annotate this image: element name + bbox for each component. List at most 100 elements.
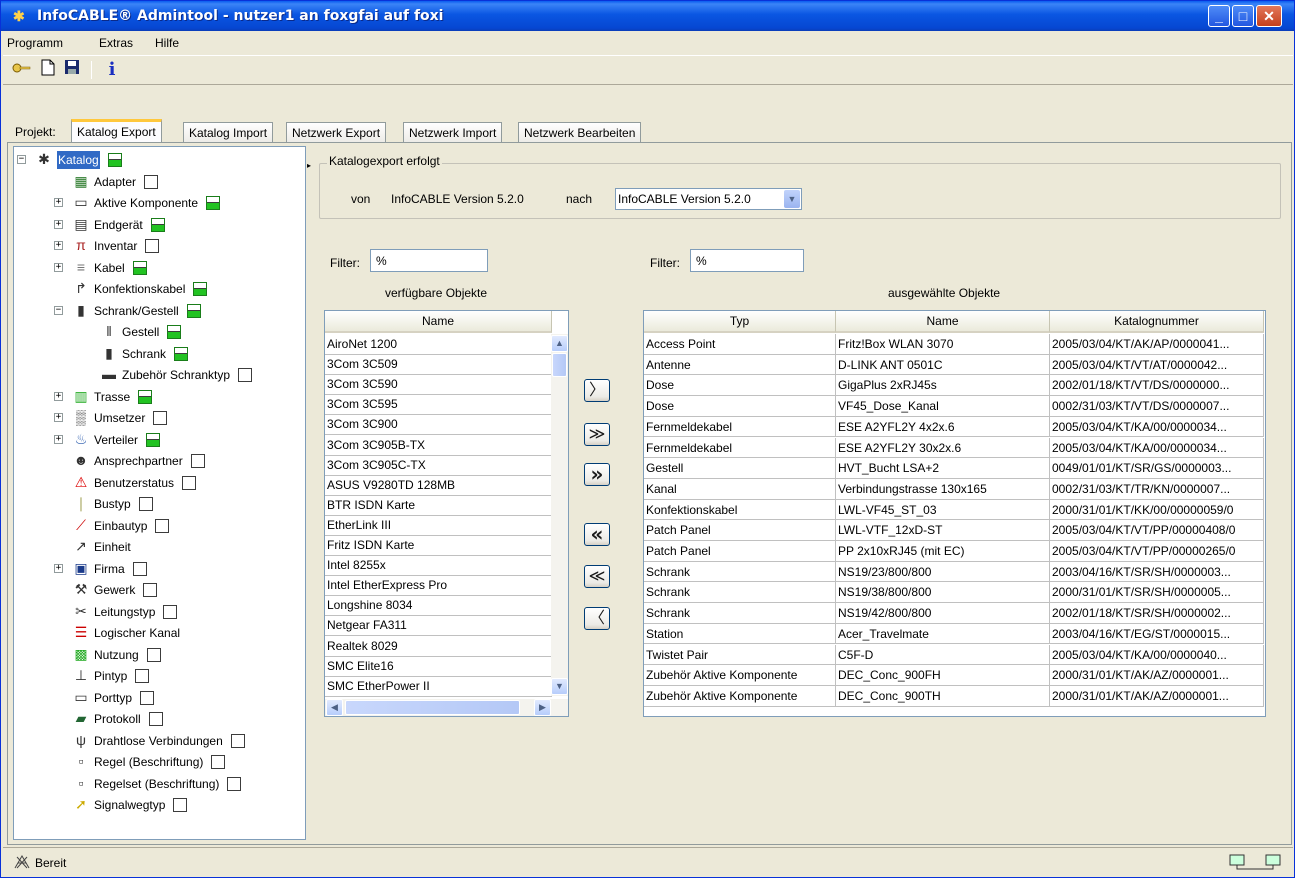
tree-node-label[interactable]: Zubehör Schranktyp	[122, 366, 230, 384]
scroll-right-icon[interactable]: ▶	[534, 699, 551, 716]
list-item[interactable]: ASUS V9280TD 128MB	[325, 474, 552, 496]
tree-node-label[interactable]: Gewerk	[94, 581, 135, 599]
add-selected-button[interactable]: ≫	[584, 423, 610, 446]
export-checkbox-checked[interactable]	[206, 196, 221, 210]
splitter-handle[interactable]: ▸	[307, 146, 311, 840]
table-cell[interactable]: 0049/01/01/KT/SR/GS/0000003...	[1050, 458, 1264, 479]
export-checkbox[interactable]	[148, 712, 163, 726]
table-cell[interactable]: 2000/31/01/KT/AK/AZ/0000001...	[1050, 665, 1264, 686]
export-checkbox-checked[interactable]	[186, 303, 201, 318]
export-checkbox-checked[interactable]	[132, 260, 147, 275]
list-item[interactable]: SMC Elite16	[325, 655, 552, 677]
scroll-up-icon[interactable]: ▲	[551, 335, 568, 352]
table-cell[interactable]: Access Point	[644, 334, 836, 355]
tree-node-label[interactable]: Leitungstyp	[94, 603, 155, 621]
export-checkbox[interactable]	[227, 776, 242, 791]
table-cell[interactable]: 2002/01/18/KT/SR/SH/0000002...	[1050, 603, 1264, 624]
table-cell[interactable]: D-LINK ANT 0501C	[836, 354, 1050, 376]
export-checkbox[interactable]	[143, 583, 158, 597]
export-checkbox[interactable]	[173, 798, 188, 812]
tree-node-label[interactable]: Firma	[94, 560, 125, 578]
table-cell[interactable]: 2005/03/04/KT/VT/AT/0000042...	[1050, 354, 1264, 376]
table-header-katalognummer[interactable]: Katalognummer	[1050, 311, 1264, 333]
tree-node[interactable]: ↱ Konfektionskabel	[14, 279, 304, 299]
list-item[interactable]: 3Com 3C595	[325, 394, 552, 416]
export-checkbox[interactable]	[155, 518, 170, 533]
tree-node[interactable]: ⊥ Pintyp	[14, 666, 304, 686]
table-cell[interactable]: 2005/03/04/KT/KA/00/0000034...	[1050, 416, 1264, 438]
add-one-button[interactable]: 〉	[584, 379, 610, 402]
expand-icon[interactable]: +	[54, 391, 63, 401]
tree-node[interactable]: ➚ Signalwegtyp	[14, 795, 304, 815]
table-cell[interactable]: LWL-VTF_12xD-ST	[836, 520, 1050, 541]
table-cell[interactable]: HVT_Bucht LSA+2	[836, 458, 1050, 479]
expand-icon[interactable]: +	[54, 413, 63, 422]
table-cell[interactable]: Station	[644, 623, 836, 645]
export-checkbox[interactable]	[145, 239, 160, 253]
table-cell[interactable]: Patch Panel	[644, 520, 836, 541]
tree-node[interactable]: ⚒ Gewerk	[14, 580, 304, 600]
tree-node-label[interactable]: Schrank/Gestell	[94, 302, 179, 320]
tab-netzwerk-import[interactable]: Netzwerk Import	[403, 122, 503, 143]
table-cell[interactable]: 2002/01/18/KT/VT/DS/0000000...	[1050, 375, 1264, 397]
table-cell[interactable]: 2003/04/16/KT/EG/ST/0000015...	[1050, 623, 1264, 645]
tree-node[interactable]: ↗ Einheit	[14, 537, 304, 557]
list-item[interactable]: 3Com 3C900	[325, 414, 552, 436]
table-cell[interactable]: DEC_Conc_900FH	[836, 665, 1050, 686]
table-cell[interactable]: Fritz!Box WLAN 3070	[836, 334, 1050, 355]
tree-node[interactable]: ▬ Zubehör Schranktyp	[14, 365, 304, 385]
list-item[interactable]: Longshine 8034	[325, 595, 552, 617]
export-checkbox[interactable]	[211, 755, 226, 769]
hscroll-thumb[interactable]	[345, 700, 520, 715]
list-item[interactable]: AiroNet 1200	[325, 334, 552, 355]
export-checkbox-checked[interactable]	[193, 282, 208, 296]
table-cell[interactable]: Acer_Travelmate	[836, 623, 1050, 645]
list-item[interactable]: Fritz ISDN Karte	[325, 535, 552, 556]
available-horizontal-scrollbar[interactable]: ◀ ▶	[325, 699, 568, 716]
remove-selected-button[interactable]: ≪	[584, 565, 610, 588]
table-cell[interactable]: Dose	[644, 396, 836, 417]
tree-node-label[interactable]: Regel (Beschriftung)	[94, 753, 203, 771]
tree-node-label[interactable]: Konfektionskabel	[94, 280, 185, 298]
table-cell[interactable]: ESE A2YFL2Y 30x2x.6	[836, 437, 1050, 459]
tree-node-label[interactable]: Regelset (Beschriftung)	[94, 775, 219, 793]
list-item[interactable]: Intel EtherExpress Pro	[325, 575, 552, 597]
tree-node[interactable]: + ▣ Firma	[14, 559, 304, 579]
tree-node-label[interactable]: Ansprechpartner	[94, 452, 183, 470]
tree-node[interactable]: ☰ Logischer Kanal	[14, 623, 304, 643]
table-cell[interactable]: Patch Panel	[644, 541, 836, 562]
table-cell[interactable]: NS19/23/800/800	[836, 561, 1050, 583]
tree-node[interactable]: + ♨ Verteiler	[14, 430, 304, 450]
tree-node-label[interactable]: Inventar	[94, 237, 137, 255]
available-vertical-scrollbar[interactable]: ▲ ▼	[551, 334, 568, 696]
export-checkbox-checked[interactable]	[107, 153, 122, 167]
scroll-down-icon[interactable]: ▼	[551, 678, 568, 695]
available-header-name[interactable]: Name	[325, 311, 552, 333]
tree-node[interactable]: ▩ Nutzung	[14, 645, 304, 665]
list-item[interactable]: Intel 8255x	[325, 555, 552, 577]
tree-node-label[interactable]: Einbautyp	[94, 517, 147, 535]
catalog-tree[interactable]: − ✱ Katalog ▦ Adapter + ▭ Aktive Komponente + ▤ En…	[13, 146, 306, 840]
table-cell[interactable]: 2003/04/16/KT/SR/SH/0000003...	[1050, 561, 1264, 583]
export-checkbox[interactable]	[190, 454, 205, 468]
selected-objects-table[interactable]: Typ Name Katalognummer Access Point Fritz!Bo…	[643, 310, 1266, 717]
table-cell[interactable]: Fernmeldekabel	[644, 437, 836, 459]
table-cell[interactable]: NS19/42/800/800	[836, 603, 1050, 624]
export-checkbox[interactable]	[153, 411, 168, 425]
table-cell[interactable]: Konfektionskabel	[644, 499, 836, 521]
tree-node[interactable]: ✂ Leitungstyp	[14, 602, 304, 622]
available-objects-list[interactable]: Name AiroNet 1200 3Com 3C509 3Com 3C590 3Co…	[324, 310, 569, 717]
info-icon[interactable]: i	[101, 59, 123, 81]
tree-node[interactable]: ☻ Ansprechpartner	[14, 451, 304, 471]
export-checkbox[interactable]	[135, 669, 150, 683]
tree-node-label[interactable]: Bustyp	[94, 495, 131, 513]
scroll-thumb[interactable]	[552, 353, 567, 377]
tree-node[interactable]: ⟋ Einbautyp	[14, 516, 304, 536]
table-cell[interactable]: Verbindungstrasse 130x165	[836, 478, 1050, 500]
expand-icon[interactable]: +	[54, 198, 63, 207]
tree-node[interactable]: ▫ Regelset (Beschriftung)	[14, 774, 304, 794]
export-checkbox[interactable]	[140, 690, 155, 705]
table-cell[interactable]: NS19/38/800/800	[836, 582, 1050, 604]
table-header-name[interactable]: Name	[836, 311, 1050, 333]
tree-node-label[interactable]: Einheit	[94, 538, 131, 556]
